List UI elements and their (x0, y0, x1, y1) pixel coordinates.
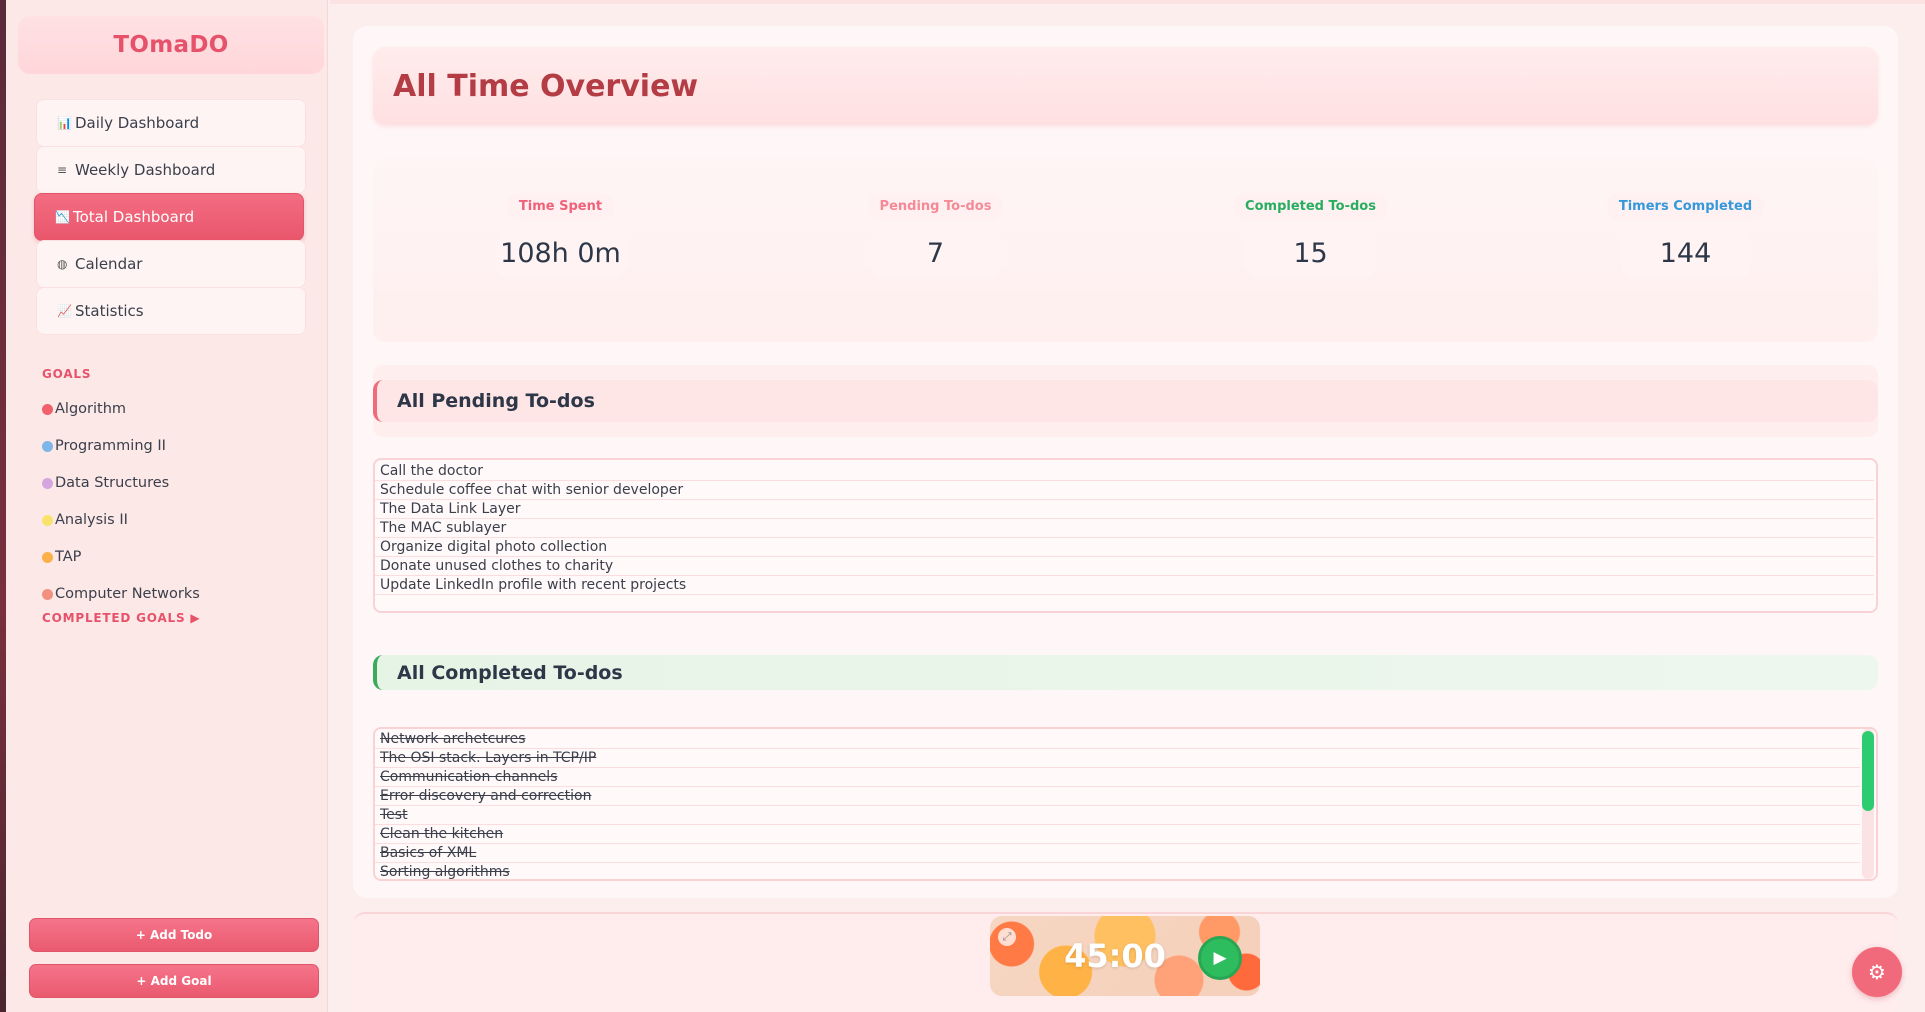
add-todo-button[interactable]: + Add Todo (29, 918, 319, 952)
chart-increasing-icon: 📈 (57, 304, 72, 318)
nav-item-label: Total Dashboard (73, 208, 195, 226)
play-button[interactable]: ▶ (1198, 936, 1242, 980)
goal-label: Algorithm (55, 401, 127, 417)
bar-chart-icon: 📊 (57, 116, 72, 130)
list-item[interactable]: Basics of XML (375, 844, 1860, 863)
add-goal-button[interactable]: + Add Goal (29, 964, 319, 998)
list-item[interactable]: Schedule coffee chat with senior develop… (375, 481, 1874, 500)
pomodoro-timer: ⤢ 45:00 ▶ (990, 916, 1260, 996)
nav-item-label: Statistics (75, 302, 144, 320)
completed-list-scrollbar[interactable] (1862, 729, 1874, 879)
goal-label: TAP (55, 549, 82, 565)
stat-completed-todos: Completed To-dos 15 (1123, 193, 1498, 277)
stat-value: 144 (1620, 230, 1751, 277)
list-item[interactable]: Sorting algorithms (375, 863, 1860, 879)
goal-item-data-structures[interactable]: Data Structures (42, 475, 169, 491)
overview-header: All Time Overview (373, 47, 1878, 125)
globe-icon: ◍ (57, 257, 68, 271)
list-item[interactable]: Clean the kitchen (375, 825, 1860, 844)
stat-value: 15 (1245, 230, 1376, 277)
list-item[interactable]: Test (375, 806, 1860, 825)
goal-color-dot (42, 551, 53, 563)
goal-color-dot (42, 403, 53, 415)
top-strip (330, 0, 1925, 4)
nav-item-daily-dashboard[interactable]: 📊 Daily Dashboard (36, 99, 306, 147)
settings-button[interactable]: ⚙ (1852, 947, 1902, 997)
list-item[interactable]: Donate unused clothes to charity (375, 557, 1874, 576)
list-item[interactable]: Network archetcures (375, 730, 1860, 749)
list-item[interactable]: Communication channels (375, 768, 1860, 787)
list-item[interactable]: Call the doctor (375, 462, 1874, 481)
list-item[interactable]: Organize digital photo collection (375, 538, 1874, 557)
nav-item-total-dashboard[interactable]: 📉 Total Dashboard (34, 193, 304, 241)
stat-label: Completed To-dos (1233, 193, 1388, 220)
goal-label: Programming II (55, 438, 166, 454)
stat-label: Time Spent (506, 193, 615, 220)
completed-todos-heading: All Completed To-dos (373, 655, 1878, 690)
goal-item-computer-networks[interactable]: Computer Networks (42, 586, 200, 602)
app-brand: TOmaDO (18, 16, 324, 74)
goal-item-analysis-ii[interactable]: Analysis II (42, 512, 128, 528)
goal-color-dot (42, 588, 53, 600)
sidebar-nav: 📊 Daily Dashboard ≡ Weekly Dashboard 📉 T… (34, 99, 306, 335)
nav-item-statistics[interactable]: 📈 Statistics (36, 287, 306, 335)
stats-panel: Time Spent 108h 0m Pending To-dos 7 Comp… (373, 158, 1878, 342)
completed-todos-list: Network archetcures The OSI stack. Layer… (373, 727, 1878, 881)
nav-item-label: Daily Dashboard (75, 114, 200, 132)
nav-item-label: Calendar (75, 255, 143, 273)
page-title: All Time Overview (393, 68, 699, 104)
completed-goals-toggle[interactable]: COMPLETED GOALS ▶ (42, 611, 200, 625)
goals-heading: GOALS (42, 367, 92, 381)
pending-todos-heading: All Pending To-dos (373, 380, 1878, 422)
goal-color-dot (42, 514, 53, 526)
stat-value: 108h 0m (495, 230, 626, 277)
goal-color-dot (42, 440, 53, 452)
list-item[interactable]: The Data Link Layer (375, 500, 1874, 519)
timer-display: 45:00 (1064, 937, 1166, 975)
goal-label: Data Structures (55, 475, 170, 491)
list-icon: ≡ (57, 163, 68, 177)
sidebar: TOmaDO 📊 Daily Dashboard ≡ Weekly Dashbo… (6, 0, 328, 1012)
goal-item-algorithm[interactable]: Algorithm (42, 401, 126, 417)
nav-item-weekly-dashboard[interactable]: ≡ Weekly Dashboard (36, 146, 306, 194)
gear-icon: ⚙ (1868, 960, 1886, 984)
nav-item-calendar[interactable]: ◍ Calendar (36, 240, 306, 288)
stat-timers-completed: Timers Completed 144 (1498, 193, 1873, 277)
pending-todos-list: Call the doctor Schedule coffee chat wit… (373, 458, 1878, 613)
list-item[interactable]: The MAC sublayer (375, 519, 1874, 538)
list-item[interactable]: Error discovery and correction (375, 787, 1860, 806)
list-item[interactable]: Update LinkedIn profile with recent proj… (375, 576, 1874, 595)
scrollbar-thumb[interactable] (1862, 731, 1874, 811)
goal-item-programming-ii[interactable]: Programming II (42, 438, 166, 454)
expand-icon[interactable]: ⤢ (998, 928, 1016, 946)
stat-label: Pending To-dos (867, 193, 1004, 220)
stat-time-spent: Time Spent 108h 0m (373, 193, 748, 277)
goal-item-tap[interactable]: TAP (42, 549, 81, 565)
stat-pending-todos: Pending To-dos 7 (748, 193, 1123, 277)
goal-label: Analysis II (55, 512, 128, 528)
stat-value: 7 (870, 230, 1001, 277)
goal-color-dot (42, 477, 53, 489)
list-item[interactable]: The OSI stack. Layers in TCP/IP (375, 749, 1860, 768)
nav-item-label: Weekly Dashboard (75, 161, 216, 179)
line-chart-icon: 📉 (55, 210, 70, 224)
stat-label: Timers Completed (1606, 193, 1765, 220)
goal-label: Computer Networks (55, 586, 200, 602)
